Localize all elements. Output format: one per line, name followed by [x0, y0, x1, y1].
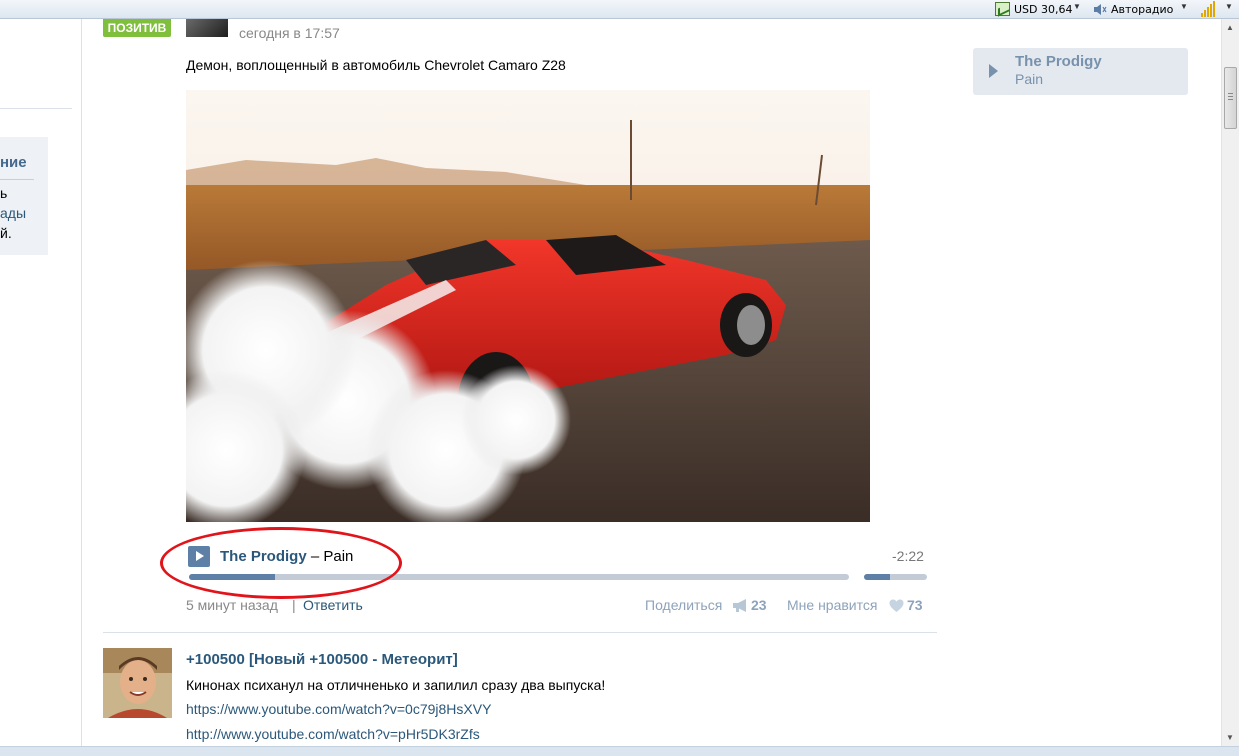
currency-dropdown-icon[interactable]: ▼: [1073, 2, 1081, 11]
post-text: Кинонах психанул на отличненько и запили…: [186, 677, 606, 693]
radio-station[interactable]: Авторадио: [1111, 2, 1173, 17]
post-link[interactable]: https://www.youtube.com/watch?v=0c79j8Hs…: [186, 701, 491, 717]
share-button[interactable]: Поделиться: [645, 597, 722, 613]
divider: [0, 108, 72, 109]
info-block-text: ь: [0, 185, 8, 201]
play-icon[interactable]: [989, 64, 998, 78]
speaker-icon[interactable]: [1093, 3, 1107, 16]
vertical-scrollbar[interactable]: ▲ ▼: [1221, 19, 1239, 746]
reply-link[interactable]: Ответить: [303, 597, 363, 613]
group-thumbnail[interactable]: [186, 19, 228, 37]
post-title-link[interactable]: +100500 [Новый +100500 - Метеорит]: [186, 651, 458, 668]
left-sidebar: ние ь ады й.: [0, 19, 82, 746]
post-time-ago[interactable]: 5 минут назад: [186, 597, 278, 613]
mini-player-title[interactable]: Pain: [1015, 71, 1043, 87]
post-footer: 5 минут назад | Ответить Поделиться 23 М…: [186, 597, 931, 617]
info-block-title[interactable]: ние: [0, 154, 27, 171]
audio-remaining-time: -2:22: [892, 548, 924, 564]
divider: [0, 179, 34, 180]
info-block-text: й.: [0, 225, 12, 241]
system-toolbar: USD 30,64 ▼ Авторадио ▼ ▼: [0, 0, 1239, 19]
avatar[interactable]: [103, 648, 172, 718]
share-count: 23: [751, 597, 767, 613]
right-column: The Prodigy Pain: [959, 19, 1221, 746]
post-text: Демон, воплощенный в автомобиль Chevrole…: [186, 57, 566, 73]
volume-fill: [864, 574, 891, 580]
signal-dropdown-icon[interactable]: ▼: [1225, 2, 1233, 11]
radio-dropdown-icon[interactable]: ▼: [1180, 2, 1188, 11]
group-logo[interactable]: ПОЗИТИВ: [103, 19, 171, 37]
post-link[interactable]: http://www.youtube.com/watch?v=pHr5DK3rZ…: [186, 726, 480, 742]
info-block-link[interactable]: ады: [0, 205, 26, 221]
post-photo[interactable]: [186, 90, 870, 522]
footer-separator: |: [292, 597, 296, 613]
like-count: 73: [907, 597, 923, 613]
mini-player-artist[interactable]: The Prodigy: [1015, 53, 1102, 70]
scroll-up-arrow-icon[interactable]: ▲: [1226, 23, 1234, 32]
currency-rate[interactable]: USD 30,64: [1014, 2, 1073, 17]
megaphone-icon[interactable]: [732, 599, 749, 612]
grip-icon: [1228, 93, 1233, 100]
post-divider: [103, 632, 937, 633]
scroll-down-arrow-icon[interactable]: ▼: [1226, 733, 1234, 742]
scrollbar-thumb[interactable]: [1224, 67, 1237, 129]
signal-bars-icon[interactable]: [1200, 1, 1216, 18]
window-bottom-edge: [0, 746, 1239, 756]
post-timestamp[interactable]: сегодня в 17:57: [239, 25, 340, 41]
news-feed: ПОЗИТИВ сегодня в 17:57 Демон, воплощенн…: [82, 19, 959, 746]
highlight-annotation: [160, 527, 402, 599]
volume-slider[interactable]: [864, 574, 927, 580]
chart-icon[interactable]: [995, 2, 1010, 16]
mini-audio-player[interactable]: The Prodigy Pain: [973, 48, 1188, 95]
like-button[interactable]: Мне нравится: [787, 597, 877, 613]
heart-icon[interactable]: [889, 599, 904, 613]
